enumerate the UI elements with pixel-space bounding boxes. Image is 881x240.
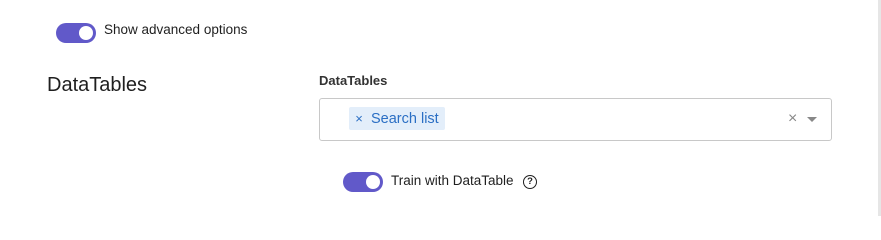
train-with-datatable-toggle[interactable] [343, 172, 383, 192]
clear-selection-icon[interactable]: × [788, 109, 797, 129]
selected-chip-search-list: × Search list [349, 107, 445, 130]
show-advanced-options-toggle[interactable] [56, 23, 96, 43]
datatables-select[interactable]: × Search list × [319, 98, 832, 141]
chip-remove-icon[interactable]: × [351, 111, 367, 126]
train-with-datatable-label: Train with DataTable [391, 173, 514, 188]
show-advanced-options-label: Show advanced options [104, 22, 248, 37]
datatables-section-title: DataTables [47, 74, 148, 96]
help-icon[interactable]: ? [523, 175, 537, 189]
toggle-knob [366, 175, 380, 189]
page: Show advanced options DataTables DataTab… [0, 0, 881, 216]
datatables-field-label: DataTables [319, 73, 388, 88]
chip-label: Search list [371, 110, 439, 127]
toggle-knob [79, 26, 93, 40]
chevron-down-icon[interactable] [807, 117, 817, 122]
